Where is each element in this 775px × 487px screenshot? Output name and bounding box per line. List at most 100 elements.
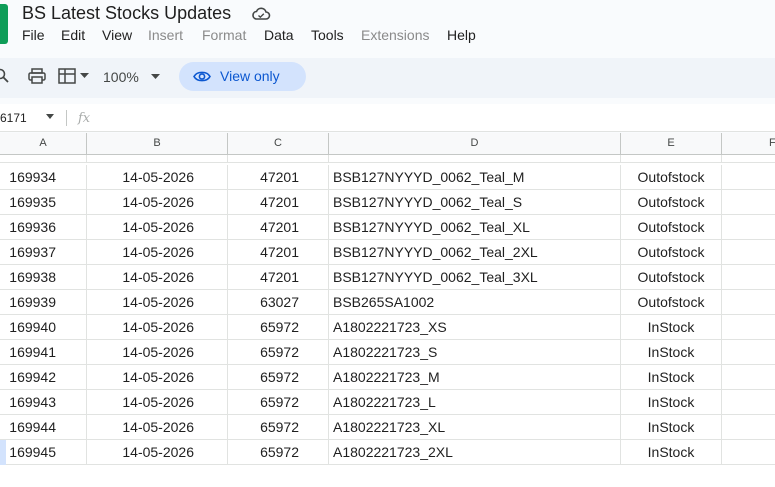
cell-f[interactable] (722, 165, 775, 190)
table-row[interactable]: 169934 14-05-2026 47201 BSB127NYYYD_0062_Te… (0, 165, 775, 190)
cell-a[interactable]: 169943 (0, 390, 87, 415)
cell-d[interactable]: BSB127NYYYD_0062_Teal_M (329, 165, 621, 190)
cell-e[interactable]: Outofstock (621, 165, 722, 190)
document-title[interactable]: BS Latest Stocks Updates (22, 3, 231, 24)
zoom-select[interactable]: 100% (103, 69, 139, 85)
cell-c[interactable]: 47201 (228, 215, 329, 240)
cell-e[interactable]: Outofstock (621, 290, 722, 315)
cell-b[interactable]: 14-05-2026 (87, 390, 228, 415)
cell-e[interactable]: Outofstock (621, 190, 722, 215)
cell-d[interactable]: A1802221723_S (329, 340, 621, 365)
cell-e[interactable]: InStock (621, 315, 722, 340)
cell-c[interactable]: 47201 (228, 265, 329, 290)
cell-c[interactable]: 65972 (228, 365, 329, 390)
cell-b[interactable]: 14-05-2026 (87, 165, 228, 190)
cell-f[interactable] (722, 315, 775, 340)
sheets-logo-icon[interactable] (0, 4, 8, 44)
table-row[interactable]: 169939 14-05-2026 63027 BSB265SA1002 Outofst… (0, 290, 775, 315)
cell-b[interactable]: 14-05-2026 (87, 240, 228, 265)
table-row[interactable]: 169943 14-05-2026 65972 A1802221723_L InStoc… (0, 390, 775, 415)
menu-item-data[interactable]: Data (264, 27, 294, 43)
cell-e[interactable]: InStock (621, 340, 722, 365)
cell-c[interactable]: 65972 (228, 315, 329, 340)
cell-f[interactable] (722, 240, 775, 265)
print-icon[interactable] (28, 68, 46, 84)
cell-a[interactable]: 169944 (0, 415, 87, 440)
cell-b[interactable]: 14-05-2026 (87, 415, 228, 440)
cell-d[interactable]: A1802221723_M (329, 365, 621, 390)
cell-a[interactable]: 169942 (0, 365, 87, 390)
cell-b[interactable]: 14-05-2026 (87, 265, 228, 290)
table-row[interactable]: 169940 14-05-2026 65972 A1802221723_XS InSto… (0, 315, 775, 340)
cell-d[interactable]: BSB127NYYYD_0062_Teal_3XL (329, 265, 621, 290)
table-row[interactable]: 169942 14-05-2026 65972 A1802221723_M InStoc… (0, 365, 775, 390)
view-only-button[interactable]: View only (179, 62, 306, 91)
cell-f[interactable] (722, 290, 775, 315)
cell-c[interactable]: 47201 (228, 240, 329, 265)
cell-f[interactable] (722, 415, 775, 440)
cell-c[interactable]: 65972 (228, 340, 329, 365)
cell-f[interactable] (722, 365, 775, 390)
cell-a[interactable]: 169937 (0, 240, 87, 265)
cell-d[interactable]: A1802221723_2XL (329, 440, 621, 465)
table-row[interactable]: 169938 14-05-2026 47201 BSB127NYYYD_0062_Te… (0, 265, 775, 290)
search-icon[interactable] (0, 68, 10, 84)
cell-a[interactable]: 169938 (0, 265, 87, 290)
menu-item-help[interactable]: Help (447, 27, 476, 43)
column-header-b[interactable]: B (87, 133, 228, 155)
cell-b[interactable]: 14-05-2026 (87, 365, 228, 390)
cell-b[interactable]: 14-05-2026 (87, 440, 228, 465)
cell-c[interactable]: 65972 (228, 415, 329, 440)
cell-d[interactable]: BSB265SA1002 (329, 290, 621, 315)
cell-e[interactable]: InStock (621, 365, 722, 390)
menu-item-tools[interactable]: Tools (311, 27, 344, 43)
cell-b[interactable]: 14-05-2026 (87, 215, 228, 240)
chevron-down-icon[interactable] (46, 114, 54, 119)
cell-a[interactable]: 169940 (0, 315, 87, 340)
table-row[interactable]: 169944 14-05-2026 65972 A1802221723_XL InSto… (0, 415, 775, 440)
cell-a[interactable]: 169941 (0, 340, 87, 365)
cell-f[interactable] (722, 390, 775, 415)
cell-b[interactable]: 14-05-2026 (87, 190, 228, 215)
cell-a[interactable]: 169934 (0, 165, 87, 190)
cell-e[interactable]: Outofstock (621, 265, 722, 290)
cell-e[interactable]: Outofstock (621, 240, 722, 265)
menu-item-format[interactable]: Format (202, 27, 246, 43)
menu-item-file[interactable]: File (22, 27, 45, 43)
cell-a[interactable]: 169936 (0, 215, 87, 240)
menu-item-edit[interactable]: Edit (61, 27, 85, 43)
cell-a[interactable]: 169939 (0, 290, 87, 315)
table-row[interactable]: 169941 14-05-2026 65972 A1802221723_S InStoc… (0, 340, 775, 365)
column-header-c[interactable]: C (228, 133, 329, 155)
cell-c[interactable]: 47201 (228, 165, 329, 190)
cell-c[interactable]: 47201 (228, 190, 329, 215)
cell-f[interactable] (722, 265, 775, 290)
table-format-icon[interactable] (58, 68, 76, 84)
chevron-down-icon[interactable] (80, 73, 89, 79)
cell-e[interactable]: InStock (621, 415, 722, 440)
table-row[interactable]: 169936 14-05-2026 47201 BSB127NYYYD_0062_Te… (0, 215, 775, 240)
cell-f[interactable] (722, 340, 775, 365)
cell-f[interactable] (722, 190, 775, 215)
cell-b[interactable]: 14-05-2026 (87, 340, 228, 365)
cell-d[interactable]: BSB127NYYYD_0062_Teal_S (329, 190, 621, 215)
column-header-e[interactable]: E (621, 133, 722, 155)
chevron-down-icon[interactable] (151, 74, 160, 80)
cell-d[interactable]: A1802221723_L (329, 390, 621, 415)
cell-a[interactable]: 169945 (0, 440, 87, 465)
table-row[interactable]: 169935 14-05-2026 47201 BSB127NYYYD_0062_Te… (0, 190, 775, 215)
column-header-a[interactable]: A (0, 133, 87, 155)
menu-item-extensions[interactable]: Extensions (361, 27, 429, 43)
cell-d[interactable]: A1802221723_XL (329, 415, 621, 440)
cell-d[interactable]: BSB127NYYYD_0062_Teal_XL (329, 215, 621, 240)
column-header-f[interactable]: F (722, 133, 775, 155)
cell-f[interactable] (722, 440, 775, 465)
cell-e[interactable]: Outofstock (621, 215, 722, 240)
table-row[interactable]: 169937 14-05-2026 47201 BSB127NYYYD_0062_Te… (0, 240, 775, 265)
cell-e[interactable]: InStock (621, 390, 722, 415)
cell-d[interactable]: BSB127NYYYD_0062_Teal_2XL (329, 240, 621, 265)
cell-c[interactable]: 63027 (228, 290, 329, 315)
cell-a[interactable]: 169935 (0, 190, 87, 215)
cloud-status-icon[interactable] (251, 6, 271, 22)
cell-c[interactable]: 65972 (228, 390, 329, 415)
